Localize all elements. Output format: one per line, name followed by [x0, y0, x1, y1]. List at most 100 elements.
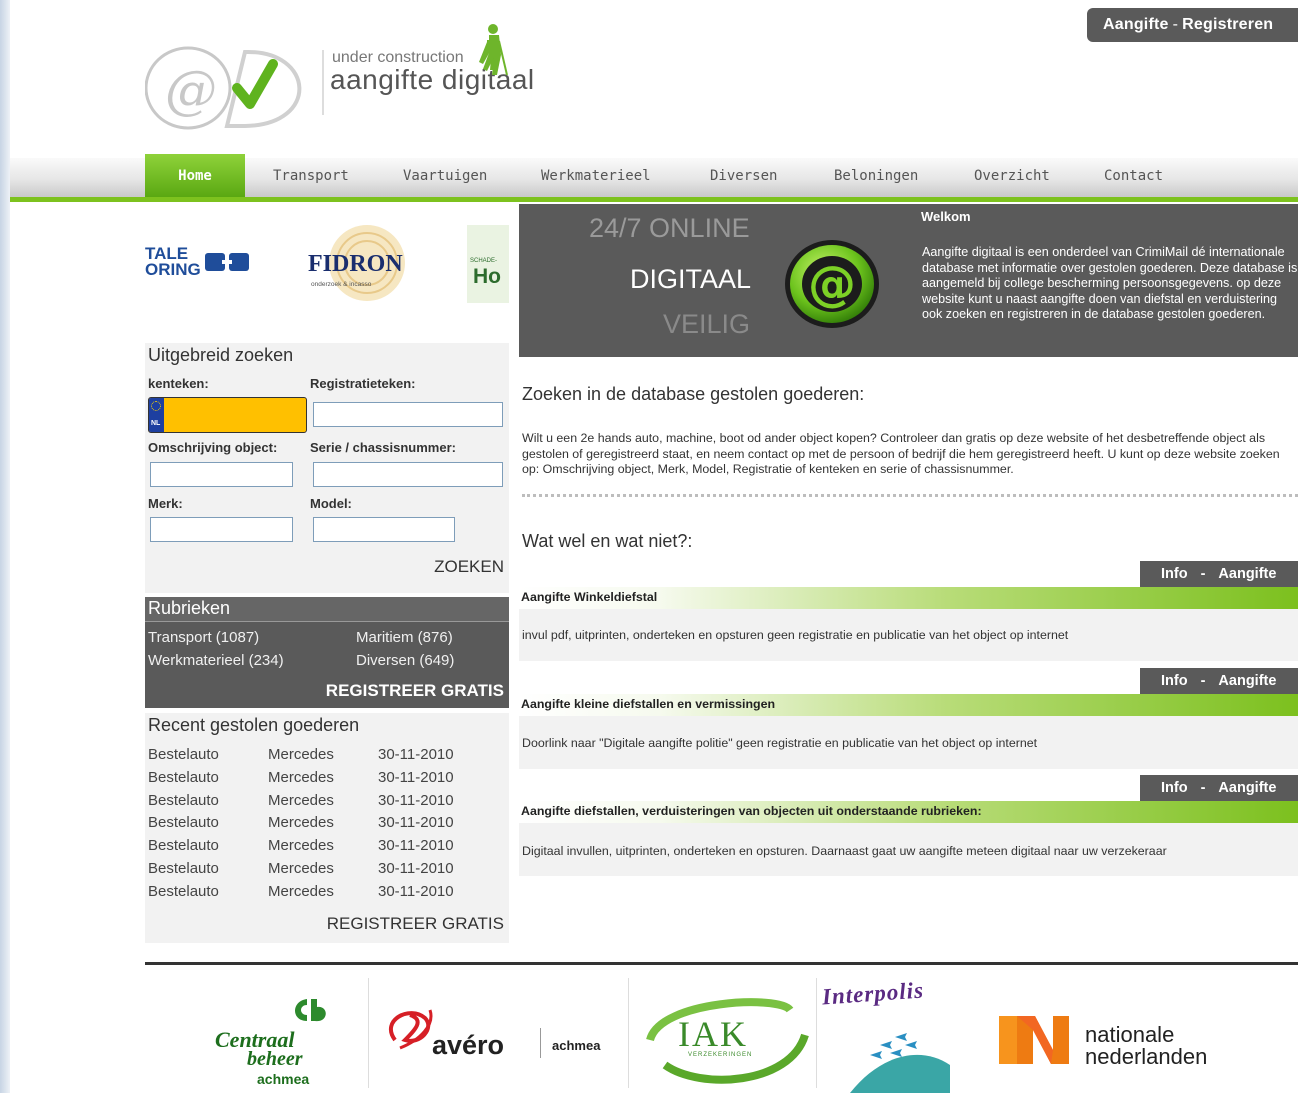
avero-swirl-icon: [389, 1009, 433, 1050]
recent-row-brand: Mercedes: [268, 814, 334, 832]
recent-row-type: Bestelauto: [148, 746, 219, 763]
search-title: Uitgebreid zoeken: [148, 345, 294, 365]
rubriek-maritiem[interactable]: Maritiem (876): [356, 629, 453, 646]
recent-row-brand: Mercedes: [268, 791, 334, 809]
recent-row-type: Bestelauto: [148, 837, 219, 855]
search-panel: Uitgebreid zoeken kenteken: Registratiet…: [145, 343, 509, 593]
section2-actions: Info - Aangifte: [1140, 668, 1298, 694]
banner-line-digitaal: DIGITAAL: [630, 264, 752, 294]
recent-row-date: 30-11-2010: [378, 837, 454, 855]
avero-sub: achmea: [552, 1038, 601, 1053]
sponsor-partial-right[interactable]: SCHADE- Ho: [467, 225, 509, 303]
nav-diversen[interactable]: Diversen: [710, 168, 777, 184]
model-input[interactable]: [313, 517, 455, 542]
nav-beloningen[interactable]: Beloningen: [834, 168, 918, 184]
nav-home[interactable]: Home: [145, 154, 245, 197]
window-left-edge: [0, 0, 10, 1093]
kenteken-input[interactable]: NL: [148, 397, 307, 433]
model-label: Model:: [310, 496, 352, 511]
banner-line-veilig: VEILIG: [663, 309, 751, 339]
kenteken-label: kenteken:: [148, 376, 209, 391]
site-logo[interactable]: @ under construction aangifte digitaal: [144, 24, 585, 135]
recent-stolen-panel: Recent gestolen goederen Bestelauto Merce…: [145, 713, 509, 943]
avero-logo[interactable]: avéro achmea: [380, 1000, 625, 1080]
search-db-heading: Zoeken in de database gestolen goederen:: [522, 384, 865, 404]
recent-row-brand: Mercedes: [268, 837, 334, 855]
recent-row-brand: Mercedes: [268, 882, 334, 900]
section1-title: Aangifte Winkeldiefstal: [519, 587, 1298, 609]
footer-sep-1: [368, 978, 369, 1088]
section3-title: Aangifte diefstallen, verduisteringen va…: [519, 801, 1298, 823]
rubriek-diversen[interactable]: Diversen (649): [356, 652, 454, 669]
nav-transport[interactable]: Transport: [273, 168, 349, 184]
avero-name: avéro: [432, 1030, 505, 1060]
section1-aangifte-link[interactable]: Aangifte: [1218, 566, 1276, 582]
top-link-separator: -: [1172, 16, 1179, 33]
centraal-beheer-logo[interactable]: Centraal beheer achmea: [205, 995, 355, 1090]
at-sign-icon: @: [785, 240, 879, 328]
nav-contact[interactable]: Contact: [1104, 168, 1163, 184]
section2-aangifte-link[interactable]: Aangifte: [1218, 673, 1276, 689]
recent-row-type: Bestelauto: [148, 814, 219, 832]
top-registreren-link[interactable]: Registreren: [1182, 16, 1273, 34]
nav-vaartuigen[interactable]: Vaartuigen: [403, 168, 487, 184]
recent-row-type: Bestelauto: [148, 882, 219, 900]
centraal-line3: achmea: [257, 1071, 310, 1087]
interpolis-logo[interactable]: Interpolis: [820, 975, 980, 1093]
sponsor-carousel: TALE ORING FIDRON onderzoek & incasso SC…: [145, 215, 509, 305]
section3-aangifte-link[interactable]: Aangifte: [1218, 780, 1276, 796]
rubrieken-title: Rubrieken: [145, 597, 509, 622]
sponsor-partial-logo[interactable]: TALE ORING: [145, 245, 201, 278]
welcome-text: Aangifte digitaal is een onderdeel van C…: [922, 245, 1298, 321]
merk-input[interactable]: [150, 517, 293, 542]
top-aangifte-registreren: Aangifte - Registreren: [1087, 8, 1298, 42]
recent-row-type: Bestelauto: [148, 860, 219, 877]
rubriek-werkmaterieel[interactable]: Werkmaterieel (234): [148, 652, 284, 669]
fidron-logo[interactable]: FIDRON onderzoek & incasso: [305, 215, 425, 305]
section2-info-link[interactable]: Info: [1161, 673, 1188, 689]
merk-label: Merk:: [148, 496, 183, 511]
recent-row-date: 30-11-2010: [378, 882, 454, 900]
serie-input[interactable]: [313, 462, 503, 487]
rubriek-transport[interactable]: Transport (1087): [148, 629, 259, 646]
top-aangifte-link[interactable]: Aangifte: [1103, 16, 1169, 34]
recent-row-date: 30-11-2010: [378, 746, 454, 763]
section3-text: Digitaal invullen, uitprinten, onderteke…: [519, 823, 1298, 876]
avero-sep: [540, 1028, 541, 1058]
interpolis-name: Interpolis: [821, 977, 925, 1010]
iak-logo[interactable]: IAK VERZEKERINGEN: [640, 995, 810, 1090]
wat-wel-heading: Wat wel en wat niet?:: [522, 531, 693, 551]
nav-werkmaterieel[interactable]: Werkmaterieel: [541, 168, 651, 184]
recent-row-date: 30-11-2010: [378, 860, 454, 877]
recent-register-link[interactable]: REGISTREER GRATIS: [327, 914, 504, 934]
interpolis-fish-icon: [850, 1033, 950, 1093]
omschrijving-input[interactable]: [150, 462, 293, 487]
recent-row-brand: Mercedes: [268, 860, 334, 877]
registratieteken-input[interactable]: [313, 402, 503, 427]
nav-overzicht[interactable]: Overzicht: [974, 168, 1050, 184]
welcome-title: Welkom: [921, 209, 971, 224]
section3-info-link[interactable]: Info: [1161, 780, 1188, 796]
recent-row-date: 30-11-2010: [378, 791, 454, 809]
plate-country-code: NL: [151, 420, 161, 427]
fidron-subtitle: onderzoek & incasso: [311, 281, 372, 288]
section1-info-link[interactable]: Info: [1161, 566, 1188, 582]
rubrieken-register-link[interactable]: REGISTREER GRATIS: [326, 681, 504, 701]
registratie-label: Registratieteken:: [310, 376, 416, 391]
serie-label: Serie / chassisnummer:: [310, 440, 456, 455]
nationale-nederlanden-logo[interactable]: nationale nederlanden: [995, 1008, 1255, 1083]
recent-row-date: 30-11-2010: [378, 768, 454, 786]
centraal-line2: beheer: [247, 1048, 303, 1070]
footer-sep-3: [816, 978, 817, 1088]
section1-actions: Info - Aangifte: [1140, 561, 1298, 587]
section2-dash: -: [1200, 673, 1206, 689]
main-navigation: Home Transport Vaartuigen Werkmaterieel …: [10, 154, 1298, 202]
eu-stars-icon: [151, 401, 161, 411]
fidron-name: FIDRON: [308, 251, 403, 277]
svg-text:@: @: [808, 256, 856, 312]
banner-line-online: 24/7 ONLINE: [589, 213, 750, 243]
sponsor-do-icon: [205, 253, 249, 271]
recent-title: Recent gestolen goederen: [148, 715, 360, 735]
recent-row-type: Bestelauto: [148, 768, 219, 786]
zoeken-button[interactable]: ZOEKEN: [434, 557, 504, 577]
